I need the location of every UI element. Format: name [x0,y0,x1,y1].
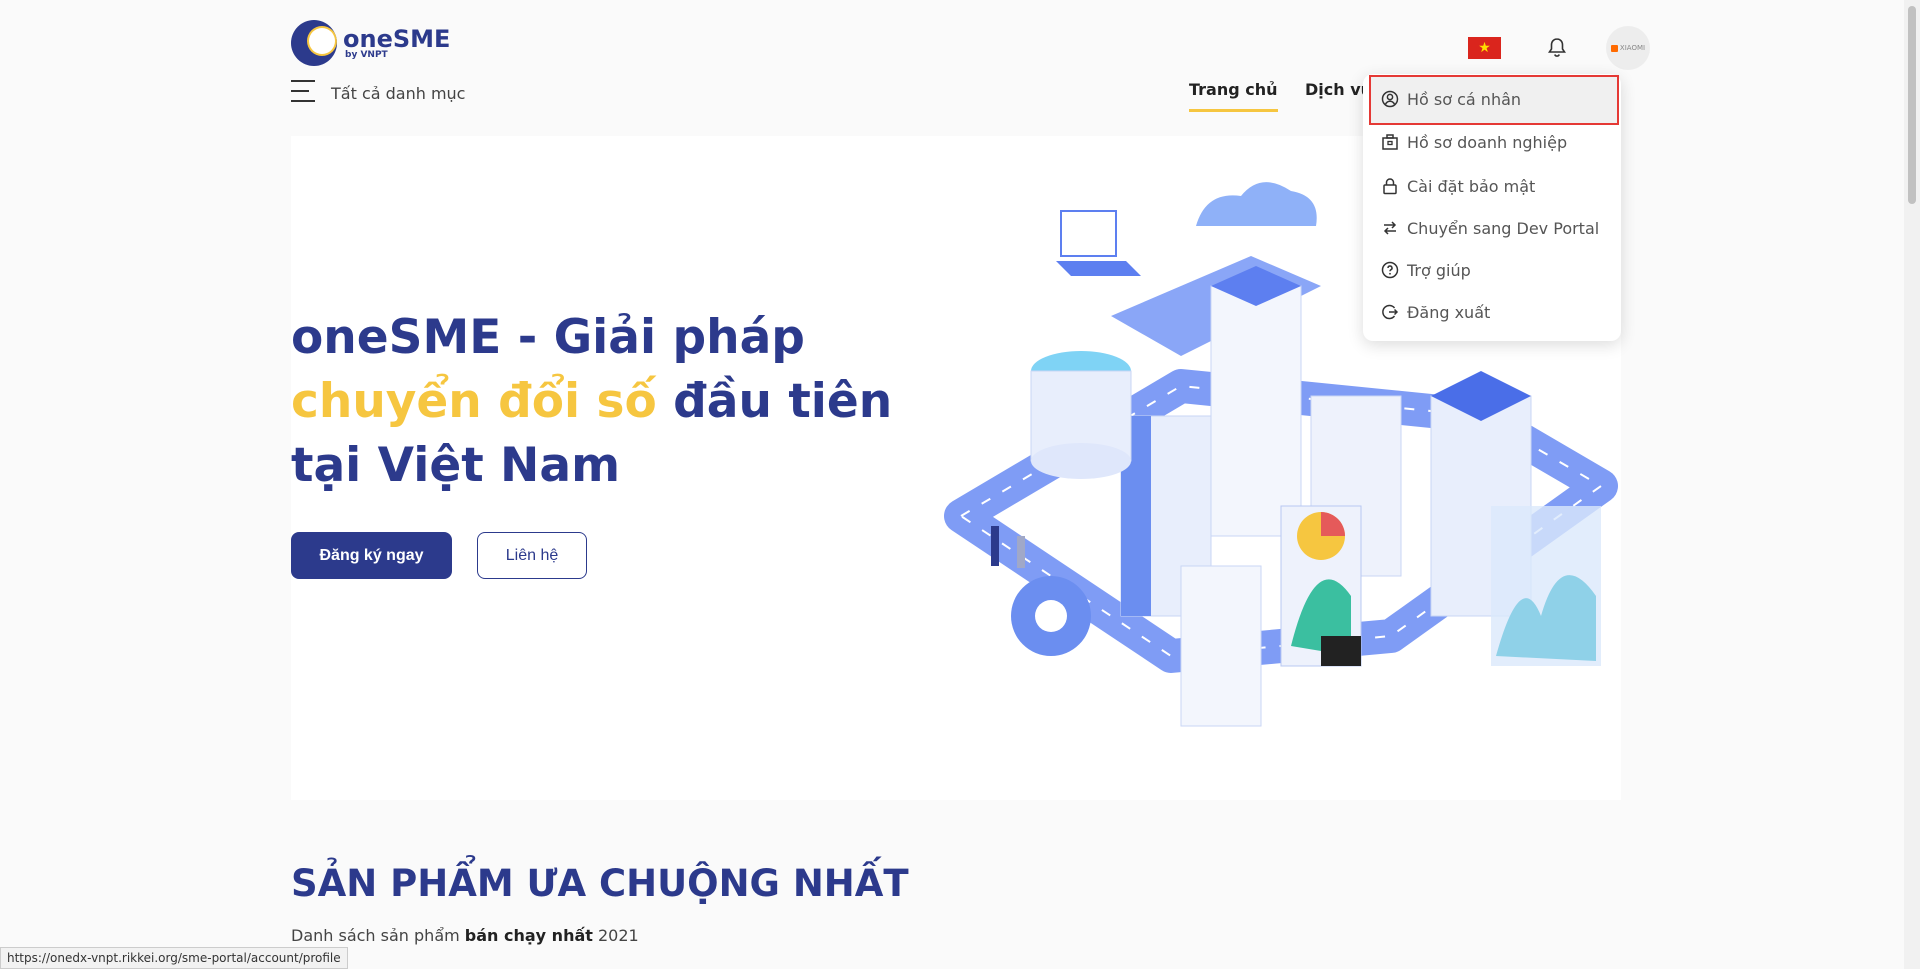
menu-item-business-profile[interactable]: Hồ sơ doanh nghiệp [1381,128,1567,156]
menu-item-logout[interactable]: Đăng xuất [1381,298,1490,326]
hero-title-line3: tại Việt Nam [291,438,621,493]
user-circle-icon [1381,90,1399,108]
menu-item-label: Hồ sơ cá nhân [1407,89,1522,109]
hero-title-highlight: chuyển đổi số [291,374,657,429]
swap-icon [1383,221,1397,235]
vietnam-flag-icon[interactable]: ★ [1468,37,1501,59]
register-button[interactable]: Đăng ký ngay [291,532,452,579]
bell-icon[interactable] [1547,37,1567,59]
scrollbar-thumb[interactable] [1908,6,1916,204]
avatar-label: XIAOMI [1619,44,1646,52]
section-title: SẢN PHẨM ƯA CHUỘNG NHẤT [291,862,909,905]
menu-item-help[interactable]: Trợ giúp [1381,256,1471,284]
all-categories-link[interactable]: Tất cả danh mục [331,84,465,103]
section-sub-bold: bán chạy nhất [464,926,593,945]
contact-button[interactable]: Liên hệ [477,532,587,579]
flag-star: ★ [1478,40,1491,56]
menu-item-personal-profile[interactable]: Hồ sơ cá nhân [1381,85,1521,113]
menu-item-label: Chuyển sang Dev Portal [1407,218,1600,238]
hero-title-rest: đầu tiên [656,374,893,429]
help-circle-icon [1381,261,1399,279]
menu-item-label: Hồ sơ doanh nghiệp [1407,132,1568,152]
menu-item-dev-portal[interactable]: Chuyển sang Dev Portal [1381,214,1599,242]
section-sub-suffix: 2021 [592,926,639,945]
lock-icon [1383,178,1397,195]
hamburger-menu-icon[interactable] [291,80,315,110]
status-bar-url: https://onedx-vnpt.rikkei.org/sme-portal… [0,947,348,969]
hero-title: oneSME - Giải pháp chuyển đổi số đầu tiê… [291,306,911,498]
onesme-logo[interactable]: oneSME by VNPT [291,20,450,66]
menu-item-security-settings[interactable]: Cài đặt bảo mật [1381,172,1535,200]
nav-services[interactable]: Dịch vụ [1305,80,1372,99]
menu-item-label: Trợ giúp [1407,260,1471,280]
logo-name: oneSME [343,24,451,53]
section-subtitle: Danh sách sản phẩm bán chạy nhất 2021 [291,926,639,945]
section-sub-prefix: Danh sách sản phẩm [291,926,465,945]
xiaomi-logo-icon [1610,44,1618,52]
logo-mark-icon [291,20,337,66]
menu-item-label: Cài đặt bảo mật [1407,176,1536,196]
briefcase-icon [1382,134,1398,150]
hero-title-line1: oneSME - Giải pháp [291,310,805,365]
menu-item-label: Đăng xuất [1407,302,1491,322]
logout-icon [1382,304,1399,320]
nav-home[interactable]: Trang chủ [1189,80,1278,112]
page-scrollbar[interactable] [1904,0,1920,969]
avatar[interactable]: XIAOMI [1606,26,1650,70]
